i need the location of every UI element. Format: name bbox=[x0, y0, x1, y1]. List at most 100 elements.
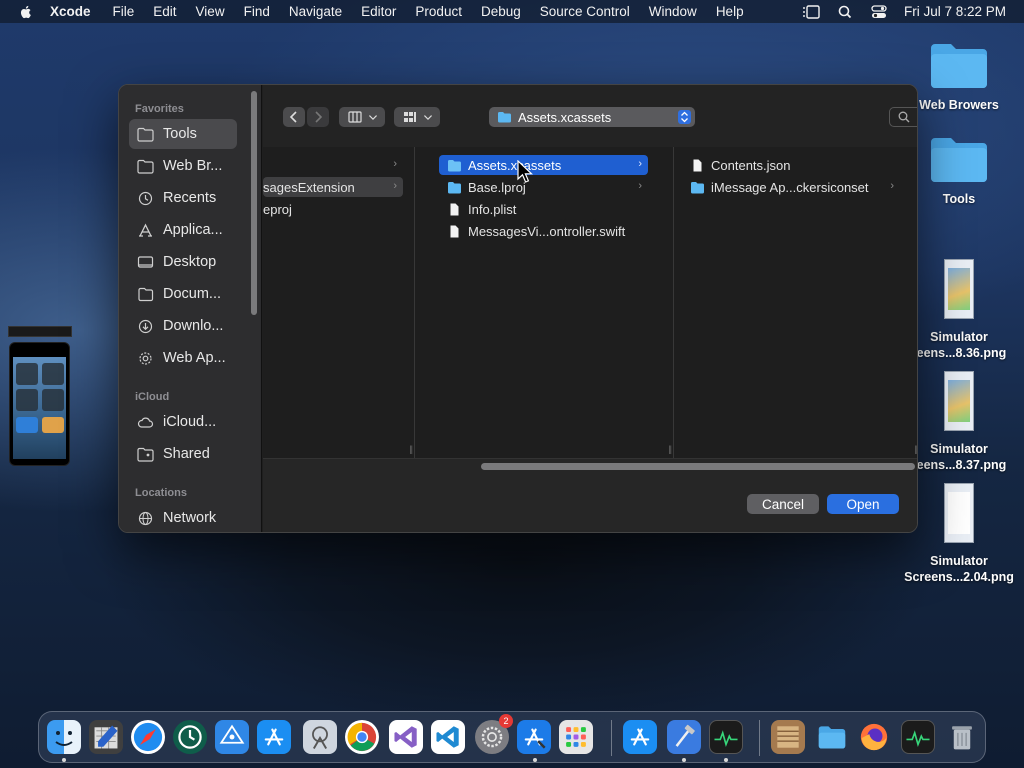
simulator-preview[interactable] bbox=[9, 342, 70, 466]
archive-icon[interactable] bbox=[771, 720, 805, 754]
desktop-folder-tools[interactable]: Tools bbox=[904, 134, 1014, 207]
menu-app-name[interactable]: Xcode bbox=[50, 4, 91, 19]
chevron-down-icon bbox=[423, 115, 432, 120]
file-icon bbox=[450, 203, 459, 215]
list-item[interactable]: iMessage Ap...ckersiconset › bbox=[690, 177, 900, 197]
list-item[interactable]: Info.plist bbox=[439, 199, 648, 219]
firefox-icon[interactable] bbox=[857, 720, 891, 754]
chrome-icon[interactable] bbox=[345, 720, 379, 754]
sidebar-item-applications[interactable]: Applica... bbox=[129, 215, 237, 245]
menu-source-control[interactable]: Source Control bbox=[540, 4, 630, 19]
sidebar-item-tools[interactable]: Tools bbox=[129, 119, 237, 149]
xcode-hammer-icon[interactable] bbox=[667, 720, 701, 754]
sidebar-item-recents[interactable]: Recents bbox=[129, 183, 237, 213]
view-mode-columns-button[interactable] bbox=[339, 107, 385, 127]
search-input[interactable] bbox=[917, 110, 918, 125]
list-item[interactable]: › bbox=[263, 155, 403, 175]
launchpad-icon[interactable] bbox=[559, 720, 593, 754]
column-resize-handle[interactable]: || bbox=[668, 444, 672, 454]
forward-button[interactable] bbox=[307, 107, 329, 127]
sidebar-item-network[interactable]: Network bbox=[129, 503, 237, 532]
menu-navigate[interactable]: Navigate bbox=[289, 4, 342, 19]
dock: 2 bbox=[38, 711, 986, 763]
folder-icon[interactable] bbox=[815, 720, 849, 754]
app-store-icon[interactable] bbox=[257, 720, 291, 754]
path-popup-label: Assets.xcassets bbox=[518, 109, 612, 125]
list-item[interactable]: eproj bbox=[263, 199, 403, 219]
desktop-file-screenshot-1[interactable]: Simulator reens...8.36.png bbox=[904, 259, 1014, 361]
column-resize-handle[interactable]: || bbox=[914, 444, 917, 454]
desktop-file-screenshot-2[interactable]: Simulator reens...8.37.png bbox=[904, 371, 1014, 473]
xcode-icon[interactable] bbox=[517, 720, 551, 754]
sidebar-item-label: Shared bbox=[163, 446, 210, 462]
sidebar-item-label: Applica... bbox=[163, 222, 223, 238]
stage-manager-icon[interactable] bbox=[802, 4, 820, 19]
menu-help[interactable]: Help bbox=[716, 4, 744, 19]
sidebar-item-documents[interactable]: Docum... bbox=[129, 279, 237, 309]
visual-studio-icon[interactable] bbox=[389, 720, 423, 754]
chevron-down-icon bbox=[368, 115, 377, 120]
sidebar-item-desktop[interactable]: Desktop bbox=[129, 247, 237, 277]
network-radar-icon[interactable] bbox=[215, 720, 249, 754]
scrollbar-thumb[interactable] bbox=[481, 463, 915, 470]
sidebar-item-label: iCloud... bbox=[163, 414, 217, 430]
menu-view[interactable]: View bbox=[196, 4, 225, 19]
browser-column-2: Assets.xcassets › Base.lproj › Info.plis… bbox=[429, 147, 674, 458]
menubar-clock[interactable]: Fri Jul 7 8:22 PM bbox=[904, 4, 1006, 19]
sidebar-item-icloud-drive[interactable]: iCloud... bbox=[129, 407, 237, 437]
horizontal-scrollbar[interactable] bbox=[263, 458, 917, 472]
menu-file[interactable]: File bbox=[113, 4, 135, 19]
folder-icon bbox=[448, 181, 461, 193]
folder-icon bbox=[448, 159, 461, 171]
sidebar-item-label: Docum... bbox=[163, 286, 222, 302]
simulator-icon[interactable] bbox=[623, 720, 657, 754]
menu-product[interactable]: Product bbox=[415, 4, 462, 19]
sidebar-section-locations: Locations bbox=[135, 487, 187, 499]
file-icon bbox=[693, 159, 702, 171]
instruments-icon[interactable] bbox=[303, 720, 337, 754]
column-resize-handle[interactable]: || bbox=[409, 444, 413, 454]
menu-editor[interactable]: Editor bbox=[361, 4, 396, 19]
desktop-item-label: Web Browers bbox=[919, 98, 999, 112]
back-button[interactable] bbox=[283, 107, 305, 127]
list-item[interactable]: Contents.json bbox=[690, 155, 900, 175]
column-browser: › sagesExtension › eproj || Assets.xcass… bbox=[263, 147, 917, 458]
sidebar-item-shared[interactable]: Shared bbox=[129, 439, 237, 469]
sidebar-item-downloads[interactable]: Downlo... bbox=[129, 311, 237, 341]
search-field[interactable] bbox=[889, 107, 918, 127]
sidebar-item-web-browers[interactable]: Web Br... bbox=[129, 151, 237, 181]
chevron-right-icon: › bbox=[638, 180, 642, 192]
menu-window[interactable]: Window bbox=[649, 4, 697, 19]
list-item[interactable]: MessagesVi...ontroller.swift bbox=[439, 221, 648, 241]
activity-monitor-icon-2[interactable] bbox=[901, 720, 935, 754]
activity-monitor-icon[interactable] bbox=[709, 720, 743, 754]
menu-find[interactable]: Find bbox=[244, 4, 270, 19]
globe-icon bbox=[138, 511, 153, 525]
spotlight-search-icon[interactable] bbox=[836, 5, 854, 19]
desktop-item-label: reens...8.36.png bbox=[911, 346, 1007, 360]
menu-debug[interactable]: Debug bbox=[481, 4, 521, 19]
finder-icon[interactable] bbox=[47, 720, 81, 754]
sidebar-item-label: Recents bbox=[163, 190, 217, 206]
desktop-folder-web-browers[interactable]: Web Browers bbox=[904, 40, 1014, 113]
vscode-icon[interactable] bbox=[431, 720, 465, 754]
list-item[interactable]: Base.lproj › bbox=[439, 177, 648, 197]
list-item[interactable]: Assets.xcassets › bbox=[439, 155, 648, 175]
open-button[interactable]: Open bbox=[827, 494, 899, 514]
cancel-button[interactable]: Cancel bbox=[747, 494, 819, 514]
menu-edit[interactable]: Edit bbox=[153, 4, 176, 19]
time-machine-icon[interactable] bbox=[173, 720, 207, 754]
list-item[interactable]: sagesExtension › bbox=[263, 177, 403, 197]
sketch-icon[interactable] bbox=[89, 720, 123, 754]
control-center-icon[interactable] bbox=[870, 4, 888, 19]
updown-stepper-icon bbox=[678, 110, 691, 124]
sidebar-scrollbar[interactable] bbox=[251, 91, 257, 315]
path-popup-button[interactable]: Assets.xcassets bbox=[489, 107, 695, 127]
desktop-file-screenshot-3[interactable]: Simulator Screens...2.04.png bbox=[904, 483, 1014, 585]
simulator-window-titlebar[interactable] bbox=[8, 326, 72, 337]
trash-icon[interactable] bbox=[945, 720, 979, 754]
sidebar-item-web-apps[interactable]: Web Ap... bbox=[129, 343, 237, 373]
apple-icon[interactable] bbox=[18, 4, 34, 20]
group-by-button[interactable] bbox=[394, 107, 440, 127]
safari-icon[interactable] bbox=[131, 720, 165, 754]
